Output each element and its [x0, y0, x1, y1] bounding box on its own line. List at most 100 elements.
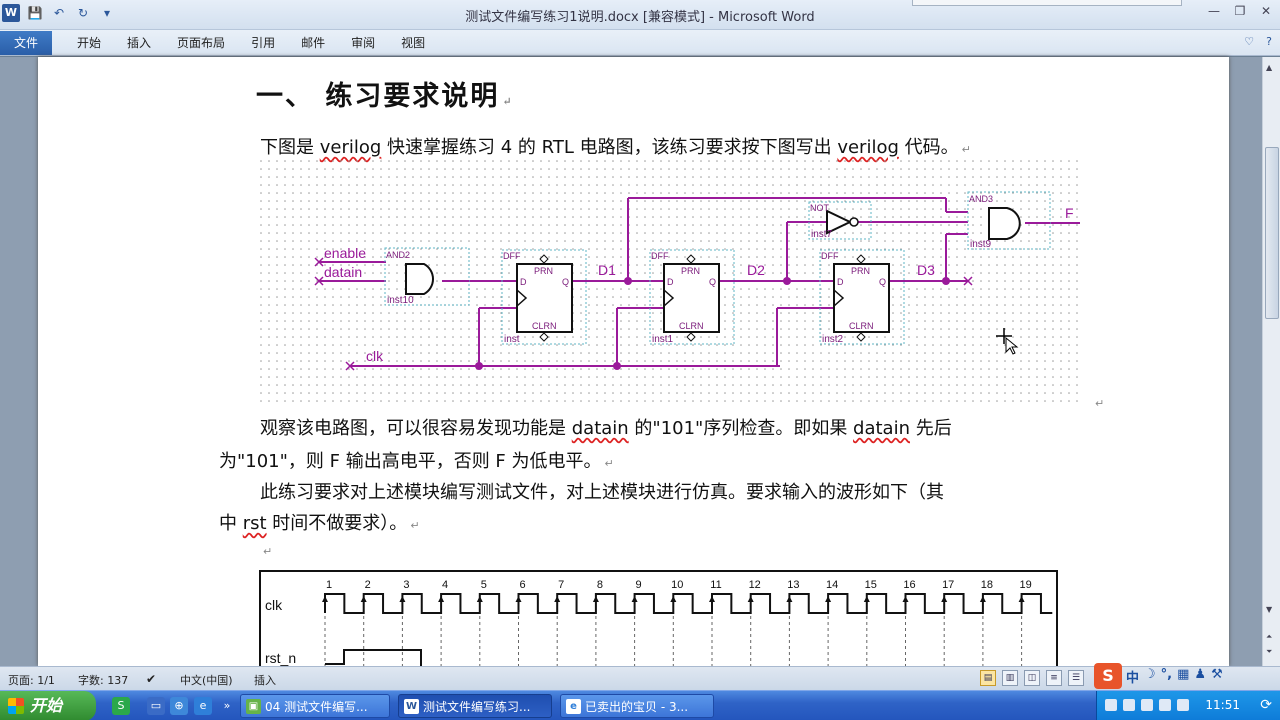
signal-label-rst-n: rst_n: [265, 650, 296, 666]
browser-icon: e: [566, 699, 581, 714]
proofing-icon[interactable]: ✔: [146, 672, 156, 686]
and2-type-label: AND2: [386, 250, 410, 260]
system-tray: 11:51 ⟳: [1096, 691, 1280, 720]
task-label: 已卖出的宝贝 - 3...: [585, 700, 689, 714]
tray-network-icon[interactable]: [1105, 699, 1117, 711]
dff2-clrn-label: CLRN: [679, 321, 704, 331]
start-button[interactable]: 开始: [0, 691, 96, 720]
clock-cycle-number: 3: [403, 579, 409, 591]
language-indicator[interactable]: 中文(中国): [180, 672, 233, 688]
intro-text-3: 代码。: [898, 137, 959, 158]
windows-logo-icon: [8, 698, 24, 714]
and3-type-label: AND3: [969, 194, 993, 204]
prev-page-icon[interactable]: ⏶: [1266, 632, 1272, 642]
task-label: 测试文件编写练习...: [423, 700, 531, 714]
scroll-down-icon[interactable]: ▼: [1266, 605, 1272, 614]
taskbar: 开始 S ▭ ⊕ e » ▣ 04 测试文件编写... W 测试文件编写练习..…: [0, 690, 1280, 720]
paragraph-mark: ↵: [961, 143, 971, 156]
quicklaunch-desktop-icon[interactable]: ▭: [147, 697, 165, 715]
tab-references[interactable]: 引用: [238, 30, 288, 56]
dff3-clrn-label: CLRN: [849, 321, 874, 331]
close-button[interactable]: ✕: [1258, 4, 1274, 18]
quicklaunch-network-icon[interactable]: ⊕: [170, 697, 188, 715]
next-page-icon[interactable]: ⏷: [1266, 647, 1272, 657]
clock-cycle-number: 2: [365, 579, 371, 591]
dff1-type-label: DFF: [503, 251, 521, 261]
quicklaunch-ie-icon[interactable]: e: [194, 697, 212, 715]
ribbon-collapse-icon[interactable]: ♡: [1244, 35, 1254, 48]
restore-button[interactable]: ❐: [1232, 4, 1248, 18]
ime-keyboard-icon[interactable]: ▦: [1177, 667, 1189, 686]
tray-volume-icon[interactable]: [1123, 699, 1135, 711]
taskbar-item-word[interactable]: W 测试文件编写练习...: [398, 694, 552, 718]
dff1-d-label: D: [520, 277, 527, 287]
req-word-rst: rst: [242, 513, 267, 534]
clock-cycle-number: 9: [636, 579, 642, 591]
tab-insert[interactable]: 插入: [114, 30, 164, 56]
clock[interactable]: 11:51: [1205, 698, 1240, 712]
window-controls: — ❐ ✕: [1206, 4, 1274, 18]
clock-cycle-number: 4: [442, 579, 448, 591]
vertical-scrollbar[interactable]: ▲ ▼ ⏶ ⏷: [1262, 57, 1280, 666]
clock-cycle-number: 1: [326, 579, 332, 591]
full-screen-view-button[interactable]: ▥: [1002, 670, 1018, 686]
draft-view-button[interactable]: ☰: [1068, 670, 1084, 686]
input-label-clk: clk: [366, 348, 384, 364]
ime-chinese-mode[interactable]: 中: [1126, 667, 1139, 686]
clock-cycle-number: 18: [981, 579, 993, 591]
print-layout-view-button[interactable]: ▤: [980, 670, 996, 686]
tray-app-icon[interactable]: [1177, 699, 1189, 711]
taskbar-item-folder[interactable]: ▣ 04 测试文件编写...: [240, 694, 390, 718]
ime-skin-icon[interactable]: ♟: [1194, 667, 1206, 686]
clock-cycle-number: 10: [671, 579, 683, 591]
overlay-window-edge: [912, 0, 1182, 6]
ime-punctuation-icon[interactable]: °,: [1161, 667, 1172, 686]
clock-cycle-number: 15: [865, 579, 877, 591]
scroll-up-icon[interactable]: ▲: [1266, 63, 1272, 72]
help-icon[interactable]: ?: [1266, 35, 1272, 48]
title-bar: W 💾 ↶ ↻ ▾ 测试文件编写练习1说明.docx [兼容模式] - Micr…: [0, 0, 1280, 30]
tab-page-layout[interactable]: 页面布局: [164, 30, 238, 56]
ime-logo[interactable]: S: [1094, 663, 1122, 689]
tray-security-icon[interactable]: [1141, 699, 1153, 711]
intro-text-2: 快速掌握练习 4 的 RTL 电路图，该练习要求按下图写出: [381, 137, 838, 158]
paragraph-requirement-line1: 此练习要求对上述模块编写测试文件，对上述模块进行仿真。要求输入的波形如下（其: [260, 482, 944, 503]
scrollbar-thumb[interactable]: [1265, 147, 1279, 319]
minimize-button[interactable]: —: [1206, 4, 1222, 18]
tab-review[interactable]: 审阅: [338, 30, 388, 56]
tray-ime-icon[interactable]: [1159, 699, 1171, 711]
dff1-clrn-label: CLRN: [532, 321, 557, 331]
status-bar: 页面: 1/1 字数: 137 ✔ 中文(中国) 插入 ▤ ▥ ◫ ≡ ☰: [0, 666, 1280, 690]
insert-mode-indicator[interactable]: 插入: [254, 672, 276, 688]
clock-cycle-number: 13: [787, 579, 799, 591]
empty-paragraph-mark: ↵: [263, 545, 273, 558]
taskbar-item-browser[interactable]: e 已卖出的宝贝 - 3...: [560, 694, 714, 718]
clock-cycle-number: 11: [710, 579, 721, 591]
folder-icon: ▣: [246, 699, 261, 714]
tab-file[interactable]: 文件: [0, 31, 53, 55]
web-layout-view-button[interactable]: ◫: [1024, 670, 1040, 686]
clock-cycle-number: 7: [558, 579, 564, 591]
word-count[interactable]: 字数: 137: [78, 672, 128, 688]
tab-mailings[interactable]: 邮件: [288, 30, 338, 56]
tab-view[interactable]: 视图: [388, 30, 438, 56]
quicklaunch-more-icon[interactable]: »: [218, 697, 236, 715]
document-page[interactable]: 一、 练习要求说明 ↵ 下图是 verilog 快速掌握练习 4 的 RTL 电路…: [38, 57, 1229, 666]
dff2-d-label: D: [667, 277, 674, 287]
page-count[interactable]: 页面: 1/1: [8, 672, 55, 688]
ime-moon-icon[interactable]: ☽: [1144, 667, 1156, 686]
quicklaunch-app-icon[interactable]: S: [112, 697, 130, 715]
paragraph-requirement-line2: 中 rst 时间不做要求）。 ↵: [219, 509, 420, 535]
tab-home[interactable]: 开始: [64, 30, 114, 56]
dff3-d-label: D: [837, 277, 844, 287]
ime-tools-icon[interactable]: ⚒: [1211, 667, 1223, 686]
tray-refresh-icon[interactable]: ⟳: [1260, 697, 1272, 713]
and3-inst-label: inst9: [970, 239, 992, 250]
net-label-d1: D1: [598, 262, 616, 278]
timing-waveform: clk rst_n 1 2 3 4 5 6 7 8 9 10 11 12 13 14 15 16 17 18 19: [259, 570, 1058, 666]
paragraph-observation-line1: 观察该电路图，可以很容易发现功能是 datain 的"101"序列检查。即如果 …: [260, 414, 952, 440]
start-label: 开始: [30, 696, 63, 715]
paragraph-mark: ↵: [410, 519, 420, 532]
not-inst-label: inst7: [811, 229, 833, 240]
outline-view-button[interactable]: ≡: [1046, 670, 1062, 686]
